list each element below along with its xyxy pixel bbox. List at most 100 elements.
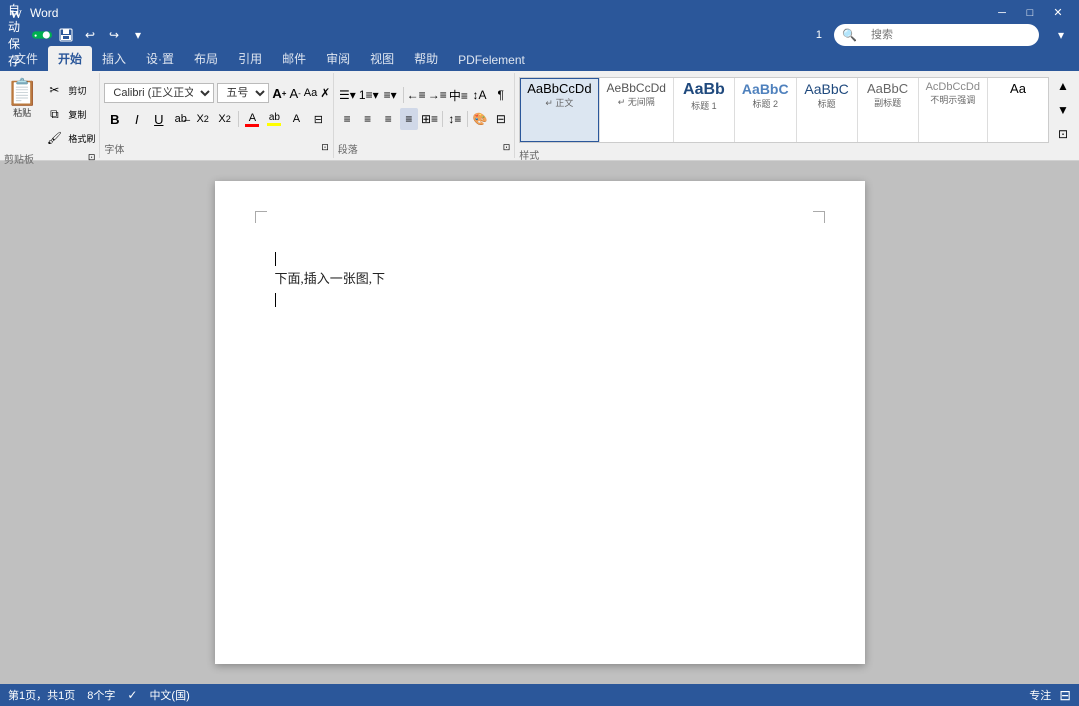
- style-subtle[interactable]: AcDbCcDd 不明示强调: [919, 78, 987, 142]
- document-text[interactable]: 下面,插入一张图,下: [275, 269, 805, 290]
- subscript-button[interactable]: X2: [192, 108, 213, 130]
- style-normal[interactable]: AaBbCcDd ↵ 正文: [520, 78, 598, 142]
- increase-indent-button[interactable]: →≡: [428, 84, 447, 106]
- search-container: 🔍: [834, 24, 1039, 46]
- styles-scroll-down[interactable]: ▼: [1051, 99, 1075, 121]
- cut-label: 剪切: [68, 84, 86, 97]
- multilevel-list-button[interactable]: ≡▾: [381, 84, 400, 106]
- format-painter-button[interactable]: 🖌: [42, 127, 66, 149]
- align-right-button[interactable]: ≡: [379, 108, 398, 130]
- word-count: 8个字: [87, 687, 115, 703]
- styles-label: 样式: [519, 145, 539, 162]
- tab-layout[interactable]: 设·置: [136, 46, 184, 71]
- para-border-button[interactable]: ⊟: [492, 108, 511, 130]
- document-page[interactable]: 下面,插入一张图,下: [215, 181, 865, 664]
- superscript-button[interactable]: X2: [214, 108, 235, 130]
- quick-access-more[interactable]: ▾: [128, 25, 148, 45]
- show-marks-button[interactable]: ¶: [491, 84, 510, 106]
- font-style-select[interactable]: 五号: [217, 83, 269, 103]
- style-heading2[interactable]: AaBbC 标题 2: [735, 78, 796, 142]
- styles-group: AaBbCcDd ↵ 正文 AeBbCcDd ↵ 无间隔 AaBb 标题 1 A…: [515, 73, 1079, 158]
- close-button[interactable]: ✕: [1045, 0, 1071, 25]
- sort-button[interactable]: ↕A: [470, 84, 489, 106]
- paste-icon: 📋: [6, 79, 38, 105]
- para-shading-button[interactable]: 🎨: [471, 108, 490, 130]
- text-color-button[interactable]: A: [242, 108, 263, 130]
- autosave-toggle[interactable]: ●: [32, 25, 52, 45]
- document-area: 下面,插入一张图,下: [0, 161, 1079, 684]
- document-content: 下面,插入一张图,下: [275, 251, 805, 308]
- italic-button[interactable]: I: [126, 108, 147, 130]
- clipboard-label: 剪贴板: [4, 149, 34, 166]
- tab-help[interactable]: 视图: [360, 46, 404, 71]
- search-input[interactable]: [861, 24, 1031, 46]
- tab-view[interactable]: 审阅: [316, 46, 360, 71]
- strikethrough-button[interactable]: ab̶: [170, 108, 191, 130]
- tab-home[interactable]: 开始: [48, 46, 92, 71]
- numbered-list-button[interactable]: 1≡▾: [359, 84, 379, 106]
- shading-button[interactable]: A: [286, 108, 307, 130]
- ribbon-toggle[interactable]: ▾: [1051, 25, 1071, 45]
- focus-mode[interactable]: 专注: [1029, 687, 1051, 703]
- bold-button[interactable]: B: [104, 108, 125, 130]
- style-no-spacing[interactable]: AeBbCcDd ↵ 无间隔: [600, 78, 673, 142]
- autosave-label: 自动保存: [8, 25, 28, 45]
- chinese-layout-button[interactable]: 中≡: [449, 84, 468, 106]
- paste-label: 粘贴: [13, 106, 31, 119]
- style-more[interactable]: Aa: [988, 78, 1048, 142]
- align-left-button[interactable]: ≡: [338, 108, 357, 130]
- tab-insert[interactable]: 插入: [92, 46, 136, 71]
- tab-pdfelement[interactable]: PDFelement: [448, 49, 535, 71]
- tab-gantt[interactable]: 帮助: [404, 46, 448, 71]
- paragraph-expand[interactable]: ⊡: [503, 142, 511, 153]
- align-center-button[interactable]: ≡: [358, 108, 377, 130]
- search-icon: 🔍: [842, 28, 857, 42]
- distributed-button[interactable]: ⊞≡: [420, 108, 439, 130]
- svg-text:●: ●: [34, 33, 37, 39]
- change-case-button[interactable]: Aa: [304, 82, 317, 104]
- text-cursor: [275, 252, 276, 266]
- bullet-list-button[interactable]: ☰▾: [338, 84, 357, 106]
- font-shrink-button[interactable]: A-: [289, 82, 300, 104]
- style-subtitle[interactable]: AaBbC 副标题: [858, 78, 918, 142]
- save-button[interactable]: [56, 25, 76, 45]
- paragraph-label: 段落: [338, 139, 358, 156]
- window-controls: ─ □ ✕: [989, 0, 1071, 25]
- style-heading1[interactable]: AaBb 标题 1: [674, 78, 734, 142]
- corner-mark-tr: [813, 211, 825, 223]
- view-mode-icon: ⊟: [1059, 687, 1071, 704]
- minimize-button[interactable]: ─: [989, 0, 1015, 25]
- clipboard-expand[interactable]: ⊡: [88, 152, 96, 163]
- underline-button[interactable]: U: [148, 108, 169, 130]
- page-number: 1: [816, 29, 822, 41]
- justify-button[interactable]: ≡: [400, 108, 419, 130]
- border-button[interactable]: ⊟: [308, 108, 329, 130]
- paste-button[interactable]: 📋 粘贴: [4, 75, 40, 123]
- copy-button[interactable]: ⧉: [42, 103, 66, 125]
- tab-references[interactable]: 布局: [184, 46, 228, 71]
- tab-mailings[interactable]: 引用: [228, 46, 272, 71]
- highlight-button[interactable]: ab: [264, 108, 285, 130]
- styles-expand[interactable]: ⊡: [1051, 123, 1075, 145]
- ribbon-toolbar: 📋 粘贴 ✂ 剪切 ⧉ 复制 🖌 格式刷 剪贴板 ⊡: [0, 71, 1079, 161]
- undo-button[interactable]: ↩: [80, 25, 100, 45]
- clear-format-button[interactable]: ✗: [320, 82, 330, 104]
- header: 自动保存 ● ↩ ↪ ▾ 1 🔍 ▾: [0, 25, 1079, 71]
- decrease-indent-button[interactable]: ←≡: [407, 84, 426, 106]
- proofing-icon: ✓: [127, 688, 137, 702]
- tab-review[interactable]: 邮件: [272, 46, 316, 71]
- styles-scroll-up[interactable]: ▲: [1051, 75, 1075, 97]
- format-painter-label: 格式刷: [68, 132, 95, 145]
- redo-button[interactable]: ↪: [104, 25, 124, 45]
- tab-file[interactable]: 文件: [4, 46, 48, 71]
- font-grow-button[interactable]: A+: [272, 82, 286, 104]
- maximize-button[interactable]: □: [1017, 0, 1043, 25]
- corner-mark-tl: [255, 211, 267, 223]
- cut-button[interactable]: ✂: [42, 79, 66, 101]
- title-text: Word: [30, 6, 989, 20]
- font-name-select[interactable]: Calibri (正义正文): [104, 83, 214, 103]
- clipboard-group: 📋 粘贴 ✂ 剪切 ⧉ 复制 🖌 格式刷 剪贴板 ⊡: [0, 73, 100, 158]
- line-spacing-button[interactable]: ↕≡: [446, 108, 465, 130]
- style-heading[interactable]: AaBbC 标题: [797, 78, 857, 142]
- font-expand[interactable]: ⊡: [321, 142, 329, 153]
